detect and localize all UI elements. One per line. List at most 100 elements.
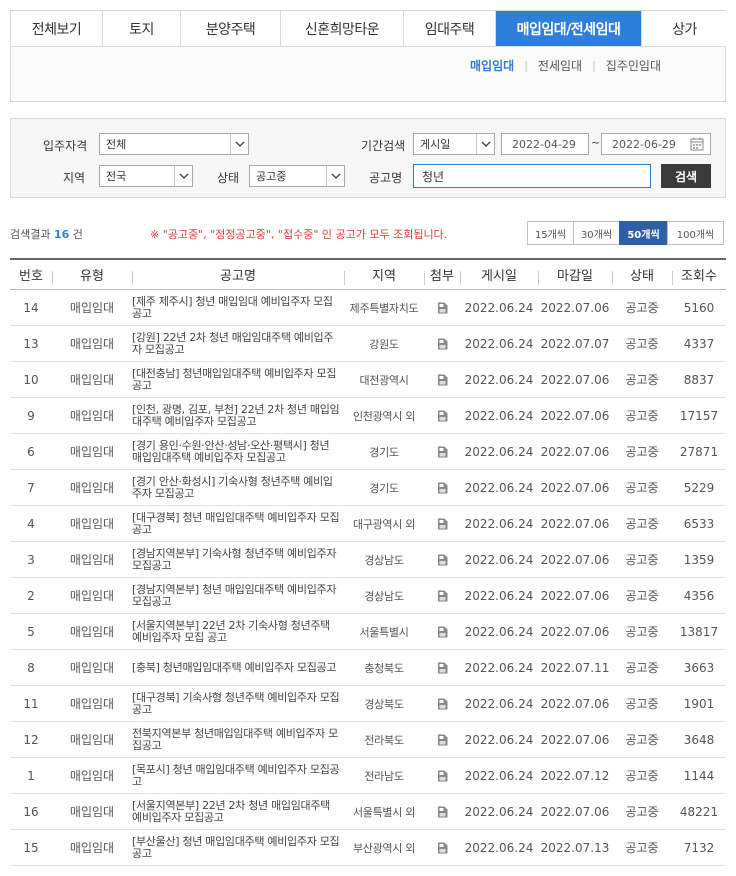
- row-number: 12: [23, 732, 39, 747]
- row-attachment[interactable]: [424, 409, 460, 423]
- row-attachment[interactable]: [424, 517, 460, 531]
- title-search-input[interactable]: 청년: [413, 164, 651, 188]
- table-row: 9 매입임대 [인천, 광명, 김포, 부천] 22년 2차 청년 매입임대주택 예…: [10, 398, 726, 434]
- file-icon[interactable]: [437, 554, 448, 566]
- tab-newlywed-town[interactable]: 신혼희망타운: [281, 11, 404, 47]
- row-status: 공고중: [625, 841, 659, 855]
- row-title-link[interactable]: [제주 제주시] 청년 매입임대 예비입주자 모집 공고: [132, 295, 344, 320]
- file-icon[interactable]: [437, 806, 448, 818]
- page-size-15[interactable]: 15개씩: [527, 221, 574, 245]
- region-select[interactable]: 전국: [99, 165, 193, 187]
- file-icon[interactable]: [437, 338, 448, 350]
- row-title-link[interactable]: [경남지역본부] 청년 매입임대주택 예비입주자 모집공고: [132, 583, 344, 608]
- status-select[interactable]: 공고중: [249, 165, 345, 187]
- row-attachment[interactable]: [424, 661, 460, 675]
- tab-land[interactable]: 토지: [103, 11, 181, 47]
- file-icon[interactable]: [437, 590, 448, 602]
- tab-sale-housing[interactable]: 분양주택: [181, 11, 281, 47]
- row-title-link[interactable]: [인천, 광명, 김포, 부천] 22년 2차 청년 매입임대주택 예비입주자 …: [132, 403, 344, 428]
- row-title-link[interactable]: [경기 용인·수원·안산·성남·오산·평택시] 청년 매입임대주택 예비입주자 …: [132, 439, 344, 464]
- row-title-link[interactable]: [대전충남] 청년매입임대주택 예비입주자 모집공고: [132, 367, 344, 392]
- file-icon[interactable]: [437, 374, 448, 386]
- row-attachment[interactable]: [424, 373, 460, 387]
- tab-commercial[interactable]: 상가: [642, 11, 727, 47]
- row-attachment[interactable]: [424, 337, 460, 351]
- table-row: 1 매입임대 [목포시] 청년 매입임대주택 예비입주자 모집공고 전라남도 2022.…: [10, 758, 726, 794]
- date-to-value: 2022-06-29: [612, 137, 676, 151]
- file-icon[interactable]: [437, 302, 448, 314]
- row-title-link[interactable]: [대구경북] 기숙사형 청년주택 예비입주자 모집공고: [132, 691, 344, 716]
- row-deadline: 2022.07.06: [540, 480, 610, 495]
- tab-all[interactable]: 전체보기: [11, 11, 103, 47]
- subtab-landlord-rental[interactable]: 집주인임대: [606, 57, 661, 74]
- header-posted-date: 게시일: [460, 265, 538, 285]
- file-icon[interactable]: [437, 698, 448, 710]
- row-number: 1: [27, 768, 35, 783]
- row-title-link[interactable]: 전북지역본부 청년매입임대주택 예비입주자 모집공고: [132, 727, 344, 752]
- file-icon[interactable]: [437, 770, 448, 782]
- row-title-link[interactable]: [서울지역본부] 22년 2차 기숙사형 청년주택 예비입주자 모집 공고: [132, 619, 344, 644]
- page-size-30[interactable]: 30개씩: [573, 221, 620, 245]
- file-icon[interactable]: [437, 662, 448, 674]
- file-icon[interactable]: [437, 482, 448, 494]
- row-number: 15: [23, 840, 39, 855]
- row-type: 매입임대: [69, 769, 115, 783]
- file-icon[interactable]: [437, 410, 448, 422]
- result-count-suffix: 건: [72, 228, 83, 241]
- row-attachment[interactable]: [424, 769, 460, 783]
- row-attachment[interactable]: [424, 445, 460, 459]
- row-number: 3: [27, 552, 35, 567]
- tab-purchase-jeonse-rental[interactable]: 매입임대/전세임대: [496, 11, 642, 47]
- tab-rental-housing[interactable]: 임대주택: [404, 11, 496, 47]
- row-type: 매입임대: [69, 301, 115, 315]
- file-icon[interactable]: [437, 446, 448, 458]
- row-attachment[interactable]: [424, 589, 460, 603]
- row-title-link[interactable]: [부산울산] 청년 매입임대주택 예비입주자 모집공고: [132, 835, 344, 860]
- row-views: 13817: [679, 624, 719, 639]
- row-attachment[interactable]: [424, 841, 460, 855]
- file-icon[interactable]: [437, 626, 448, 638]
- qualification-select[interactable]: 전체: [99, 133, 249, 155]
- row-title-link[interactable]: [목포시] 청년 매입임대주택 예비입주자 모집공고: [132, 763, 344, 788]
- table-row: 6 매입임대 [경기 용인·수원·안산·성남·오산·평택시] 청년 매입임대주택 예…: [10, 434, 726, 470]
- row-title-link[interactable]: [강원] 22년 2차 청년 매입임대주택 예비입주자 모집공고: [132, 331, 344, 356]
- date-to-input[interactable]: 2022-06-29: [601, 133, 711, 155]
- qualification-label: 입주자격: [43, 139, 88, 153]
- row-status: 공고중: [625, 661, 659, 675]
- row-attachment[interactable]: [424, 697, 460, 711]
- row-title-link[interactable]: [충북] 청년매입임대주택 예비입주자 모집공고: [132, 661, 344, 674]
- page-size-50[interactable]: 50개씩: [619, 221, 668, 245]
- row-attachment[interactable]: [424, 481, 460, 495]
- table-row: 2 매입임대 [경남지역본부] 청년 매입임대주택 예비입주자 모집공고 경상남도 20…: [10, 578, 726, 614]
- row-title-link[interactable]: [경기 안산·화성시] 기숙사형 청년주택 예비입주자 모집공고: [132, 475, 344, 500]
- date-from-input[interactable]: 2022-04-29: [501, 133, 589, 155]
- row-number: 4: [27, 516, 35, 531]
- row-title-link[interactable]: [경남지역본부] 기숙사형 청년주택 예비입주자 모집공고: [132, 547, 344, 572]
- file-icon[interactable]: [437, 842, 448, 854]
- qualification-value: 전체: [106, 138, 127, 151]
- row-status: 공고중: [625, 625, 659, 639]
- page-size-100[interactable]: 100개씩: [667, 221, 724, 245]
- table-row: 5 매입임대 [서울지역본부] 22년 2차 기숙사형 청년주택 예비입주자 모집 …: [10, 614, 726, 650]
- row-title-link[interactable]: [대구경북] 청년 매입임대주택 예비입주자 모집공고: [132, 511, 344, 536]
- row-attachment[interactable]: [424, 733, 460, 747]
- row-attachment[interactable]: [424, 805, 460, 819]
- file-icon[interactable]: [437, 734, 448, 746]
- row-attachment[interactable]: [424, 301, 460, 315]
- row-title-link[interactable]: [서울지역본부] 22년 2차 청년 매입임대주택 예비입주자 모집공고: [132, 799, 344, 824]
- row-attachment[interactable]: [424, 553, 460, 567]
- row-views: 4356: [683, 588, 715, 603]
- title-search-value: 청년: [422, 169, 445, 184]
- table-row: 11 매입임대 [대구경북] 기숙사형 청년주택 예비입주자 모집공고 경상북도 202…: [10, 686, 726, 722]
- region-value: 전국: [106, 170, 127, 183]
- row-region: 대구광역시 외: [352, 517, 416, 531]
- row-attachment[interactable]: [424, 625, 460, 639]
- subtab-purchase-rental[interactable]: 매입임대: [470, 57, 514, 74]
- calendar-icon[interactable]: [690, 137, 704, 151]
- subtab-jeonse-rental[interactable]: 전세임대: [538, 57, 582, 74]
- chevron-down-icon: [476, 134, 494, 154]
- file-icon[interactable]: [437, 518, 448, 530]
- period-type-select[interactable]: 게시일: [413, 133, 495, 155]
- row-region: 충청북도: [364, 661, 404, 675]
- search-button[interactable]: 검색: [661, 164, 711, 188]
